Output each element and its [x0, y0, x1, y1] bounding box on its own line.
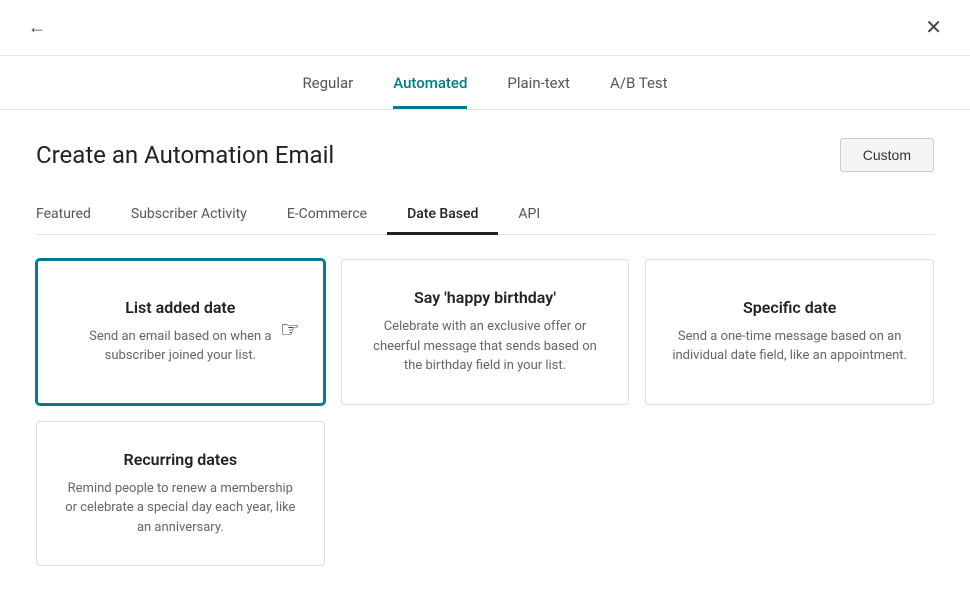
card-specific-date-desc: Send a one-time message based on an indi…	[670, 327, 909, 366]
card-happy-birthday[interactable]: Say 'happy birthday' Celebrate with an e…	[341, 259, 630, 405]
main-tabs: Regular Automated Plain-text A/B Test	[0, 56, 970, 110]
subtab-date-based[interactable]: Date Based	[387, 196, 498, 235]
subtab-featured[interactable]: Featured	[36, 196, 111, 235]
cards-grid-top: List added date Send an email based on w…	[36, 259, 934, 405]
custom-button[interactable]: Custom	[840, 138, 934, 172]
main-content: Create an Automation Email Custom Featur…	[0, 110, 970, 590]
card-specific-date[interactable]: Specific date Send a one-time message ba…	[645, 259, 934, 405]
card-happy-birthday-title: Say 'happy birthday'	[414, 288, 556, 307]
card-happy-birthday-desc: Celebrate with an exclusive offer or che…	[366, 317, 605, 376]
page-header: Create an Automation Email Custom	[36, 138, 934, 172]
card-recurring-dates[interactable]: Recurring dates Remind people to renew a…	[36, 421, 325, 567]
card-list-added-date-desc: Send an email based on when a subscriber…	[62, 327, 299, 366]
card-list-added-date-title: List added date	[125, 298, 235, 317]
card-specific-date-title: Specific date	[743, 298, 836, 317]
card-recurring-dates-desc: Remind people to renew a membership or c…	[61, 479, 300, 538]
subtab-ecommerce[interactable]: E-Commerce	[267, 196, 387, 235]
cards-grid-bottom: Recurring dates Remind people to renew a…	[36, 421, 934, 567]
tab-automated[interactable]: Automated	[393, 74, 467, 109]
subtab-api[interactable]: API	[498, 196, 560, 235]
top-bar: ← ✕	[0, 0, 970, 56]
back-button[interactable]: ←	[20, 13, 54, 42]
tab-regular[interactable]: Regular	[302, 74, 353, 109]
card-recurring-dates-title: Recurring dates	[124, 450, 238, 469]
close-button[interactable]: ✕	[917, 11, 950, 44]
card-list-added-date[interactable]: List added date Send an email based on w…	[36, 259, 325, 405]
sub-tabs: Featured Subscriber Activity E-Commerce …	[36, 196, 934, 235]
subtab-subscriber-activity[interactable]: Subscriber Activity	[111, 196, 267, 235]
tab-plain-text[interactable]: Plain-text	[507, 74, 570, 109]
tab-ab-test[interactable]: A/B Test	[610, 74, 668, 109]
page-title: Create an Automation Email	[36, 141, 334, 169]
